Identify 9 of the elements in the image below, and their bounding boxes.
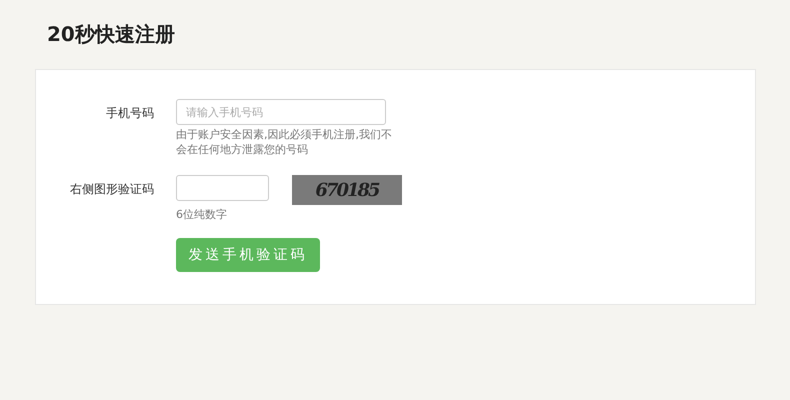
hint-text: 6位纯数字: [176, 207, 228, 222]
phone-input[interactable]: 请输入手机号码: [176, 99, 386, 125]
page-title: 20秒快速注册: [47, 21, 176, 48]
captcha-input[interactable]: [176, 175, 269, 201]
field-label: 手机号码: [105, 105, 154, 122]
hint-text: 由于账户安全因素,因此必须手机注册,我们不会在任何地方泄露您的号码: [176, 127, 393, 157]
send-code-button[interactable]: 发送手机验证码: [176, 238, 320, 272]
field-label: 右侧图形验证码: [69, 181, 154, 198]
captcha-image[interactable]: 670185: [292, 175, 402, 205]
